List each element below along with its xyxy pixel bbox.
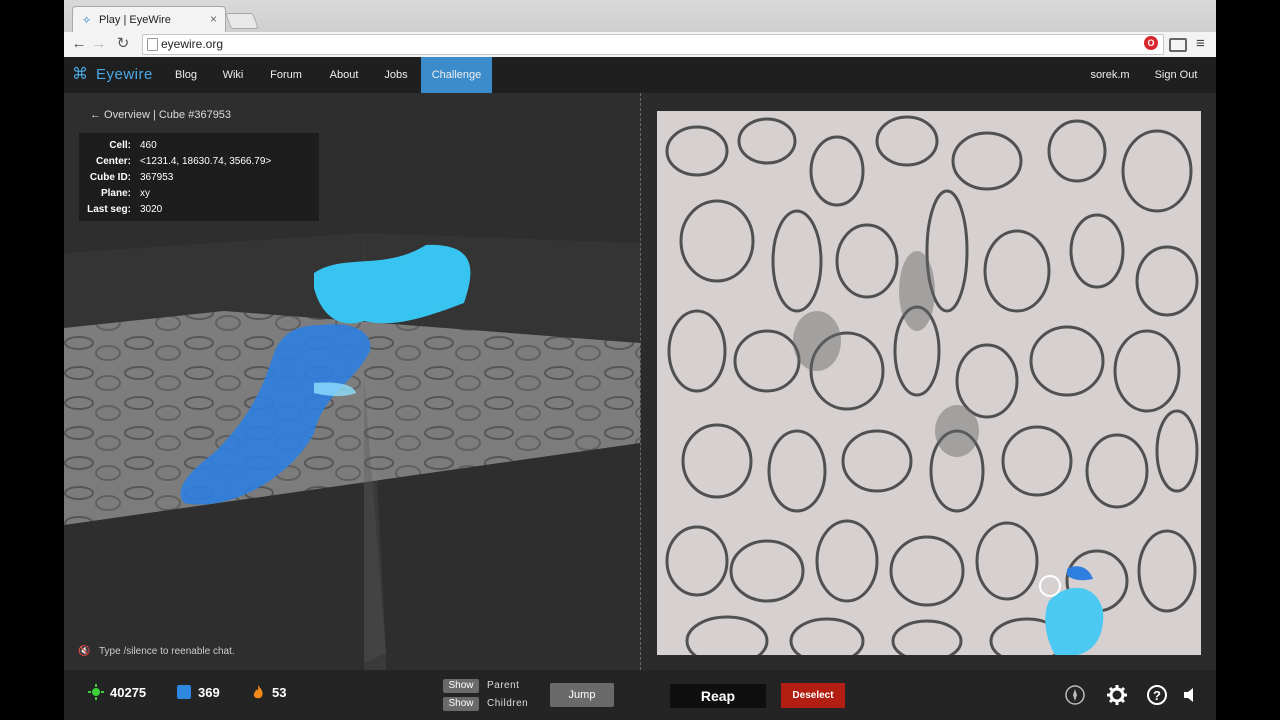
back-icon[interactable]: ←	[70, 34, 88, 54]
chat-notice-text: Type /silence to reenable chat.	[99, 646, 235, 657]
gear-icon[interactable]	[1106, 684, 1128, 706]
deselect-button[interactable]: Deselect	[781, 683, 845, 708]
em-slice-view[interactable]	[657, 111, 1201, 655]
cast-icon[interactable]	[1169, 38, 1187, 52]
browser-menu-icon[interactable]: ≡	[1196, 35, 1205, 52]
children-label: Children	[487, 698, 529, 709]
overview-3d-panel[interactable]: ← Overview | Cube #367953 Cell: 460 Cente…	[64, 93, 640, 670]
browser-toolbar: ← → ↻ eyewire.org ☆ O ≡	[64, 32, 1216, 58]
info-key: Cube ID:	[89, 172, 131, 183]
help-icon[interactable]: ?	[1146, 684, 1168, 706]
reload-icon[interactable]: ↻	[114, 34, 132, 54]
overview-breadcrumb[interactable]: ← Overview | Cube #367953	[90, 109, 231, 121]
logo-text: Eyewire	[96, 66, 153, 83]
info-row-last-seg: Last seg: 3020	[79, 204, 319, 220]
cubes-stat: 369	[176, 684, 220, 700]
sign-out-link[interactable]: Sign Out	[1148, 57, 1204, 93]
info-row-cell: Cell: 460	[79, 140, 319, 156]
eyewire-logo-icon: ⌘	[72, 66, 88, 83]
show-parent-button[interactable]: Show	[443, 679, 479, 693]
info-value: 460	[140, 140, 157, 151]
game-bottom-bar: 40275 369 53 Show Parent Show Children J…	[64, 670, 1216, 720]
slice-panel	[641, 93, 1216, 670]
info-value: <1231.4, 18630.74, 3566.79>	[140, 156, 272, 167]
nav-blog[interactable]: Blog	[164, 57, 208, 93]
info-key: Center:	[95, 156, 131, 167]
nav-about[interactable]: About	[318, 57, 370, 93]
speaker-icon[interactable]	[1178, 684, 1200, 706]
show-children-button[interactable]: Show	[443, 697, 479, 711]
orange-flame-icon	[250, 684, 266, 700]
address-bar[interactable]: eyewire.org ☆	[142, 34, 1164, 55]
jump-button[interactable]: Jump	[550, 683, 614, 707]
tab-strip: ⟡ Play | EyeWire ×	[64, 0, 1216, 33]
points-value: 40275	[110, 685, 147, 700]
green-starburst-icon	[88, 684, 104, 700]
nav-forum[interactable]: Forum	[262, 57, 310, 93]
browser-tab[interactable]: ⟡ Play | EyeWire ×	[72, 6, 226, 33]
compass-icon[interactable]	[1064, 684, 1086, 706]
info-key: Plane:	[100, 188, 131, 199]
info-row-center: Center: <1231.4, 18630.74, 3566.79>	[79, 156, 319, 172]
info-value: xy	[140, 188, 150, 199]
nav-wiki[interactable]: Wiki	[212, 57, 254, 93]
streak-stat: 53	[250, 684, 286, 700]
forward-icon[interactable]: →	[90, 34, 108, 54]
info-key: Last seg:	[87, 204, 131, 215]
site-nav: ⌘ Eyewire Blog Wiki Forum About Jobs Cha…	[64, 57, 1216, 93]
browser-window: ⟡ Play | EyeWire × ← → ↻ eyewire.org ☆ O…	[64, 0, 1216, 720]
info-row-cube-id: Cube ID: 367953	[79, 172, 319, 188]
em-slice-image	[657, 111, 1201, 655]
info-value: 367953	[140, 172, 174, 183]
tab-title: Play | EyeWire	[99, 14, 171, 26]
reap-button[interactable]: Reap	[670, 684, 766, 708]
eyewire-favicon-icon: ⟡	[83, 14, 91, 26]
chat-notice: 🔇 Type /silence to reenable chat.	[78, 646, 235, 657]
nav-jobs[interactable]: Jobs	[376, 57, 416, 93]
parent-label: Parent	[487, 680, 520, 691]
info-value: 3020	[140, 204, 163, 215]
cube-info-panel: Cell: 460 Center: <1231.4, 18630.74, 3566.…	[79, 133, 319, 221]
info-row-plane: Plane: xy	[79, 188, 319, 204]
cursor-crosshair-icon	[1039, 575, 1061, 597]
close-tab-icon[interactable]: ×	[210, 12, 217, 26]
address-url: eyewire.org	[161, 37, 224, 51]
streak-value: 53	[272, 685, 287, 700]
svg-text:?: ?	[1153, 688, 1161, 703]
nav-challenge[interactable]: Challenge	[421, 57, 492, 93]
extension-icon[interactable]: O	[1144, 36, 1158, 50]
cubes-value: 369	[198, 685, 220, 700]
blue-cube-icon	[176, 684, 192, 700]
new-tab-button[interactable]	[225, 13, 259, 29]
nav-username[interactable]: sorek.m	[1082, 57, 1138, 93]
points-stat: 40275	[88, 684, 146, 700]
page-icon	[147, 38, 158, 51]
muted-speaker-icon[interactable]: 🔇	[78, 646, 92, 657]
info-key: Cell:	[109, 140, 131, 151]
